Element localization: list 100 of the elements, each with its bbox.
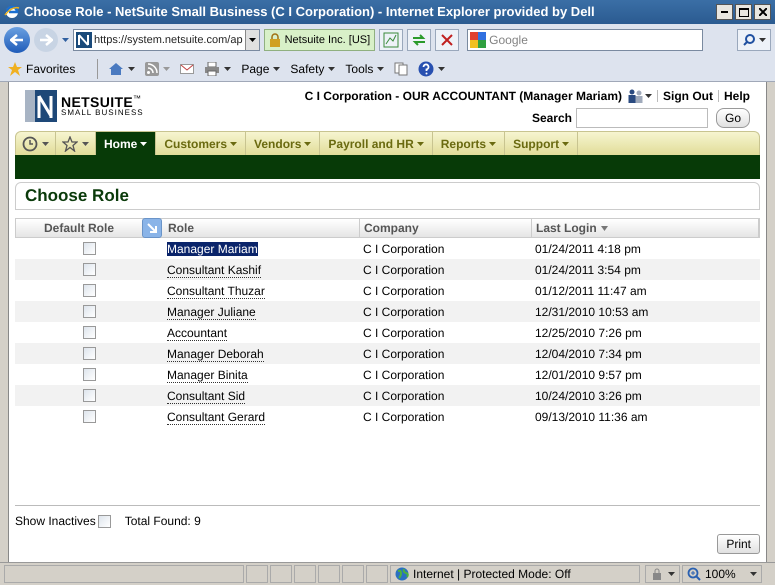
home-icon <box>108 62 124 76</box>
logo-mark-icon <box>25 90 57 122</box>
print-toolbar-button[interactable] <box>204 62 232 76</box>
default-role-checkbox[interactable] <box>82 263 96 276</box>
caret-icon <box>758 38 766 42</box>
default-role-checkbox[interactable] <box>82 368 96 381</box>
total-found-text: Total Found: 9 <box>124 513 201 530</box>
default-role-checkbox[interactable] <box>82 347 96 360</box>
address-dropdown[interactable] <box>244 30 259 50</box>
caret-icon <box>82 142 89 146</box>
table-cell: 12/31/2010 10:53 am <box>535 304 648 318</box>
security-zone-text: Internet | Protected Mode: Off <box>413 566 571 583</box>
default-role-checkbox[interactable] <box>82 242 96 255</box>
caret-icon <box>304 142 312 146</box>
stop-icon <box>439 32 456 48</box>
minimize-icon <box>721 11 728 13</box>
default-role-checkbox[interactable] <box>82 326 96 339</box>
caret-icon <box>224 66 232 70</box>
global-search-field[interactable] <box>576 108 708 128</box>
caret-icon <box>62 38 69 42</box>
site-identity-text: Netsuite Inc. [US] <box>284 32 370 48</box>
role-link[interactable]: Consultant Sid <box>167 388 246 404</box>
header-link[interactable]: Sign Out <box>662 87 713 105</box>
favorites-label: Favorites <box>26 60 76 78</box>
role-switcher-button[interactable] <box>626 89 652 103</box>
search-field[interactable]: Google <box>467 29 704 51</box>
caret-icon <box>562 142 570 146</box>
window-title: Choose Role - NetSuite Small Business (C I Corporation) - Internet Explorer provided by Dell <box>24 3 595 22</box>
role-link[interactable]: Manager Deborah <box>167 346 264 362</box>
close-button[interactable] <box>754 4 771 20</box>
favorites-button[interactable]: Favorites <box>8 60 76 78</box>
default-role-checkbox[interactable] <box>82 389 96 402</box>
table-cell: 01/24/2011 3:54 pm <box>535 262 641 276</box>
caret-icon <box>328 66 336 70</box>
go-button[interactable]: Go <box>716 108 750 128</box>
table-cell: C I Corporation <box>363 262 444 276</box>
show-inactives-checkbox[interactable] <box>98 514 111 528</box>
back-button[interactable] <box>4 27 30 53</box>
diagonal-arrow-icon <box>146 222 158 234</box>
role-link[interactable]: Consultant Kashif <box>167 262 262 278</box>
stop-button[interactable] <box>435 29 460 51</box>
refresh-button[interactable] <box>407 29 432 51</box>
back-arrow-icon <box>10 34 24 46</box>
zoom-button[interactable]: 100% <box>682 565 762 583</box>
chart-icon <box>383 32 400 48</box>
help-button[interactable] <box>418 60 446 76</box>
home-button[interactable] <box>108 62 136 76</box>
nav-tab[interactable]: Home <box>96 132 156 155</box>
minimize-button[interactable] <box>716 4 733 20</box>
default-role-checkbox[interactable] <box>82 305 96 318</box>
sort-descending-icon <box>600 226 608 230</box>
zoom-icon <box>687 567 701 581</box>
search-provider-icon <box>470 32 486 48</box>
role-link[interactable]: Accountant <box>167 326 228 340</box>
close-icon <box>758 8 766 16</box>
show-inactives-label: Show Inactives <box>15 513 96 530</box>
role-link[interactable]: Consultant Thuzar <box>167 284 265 298</box>
caret-icon <box>273 66 280 70</box>
people-icon <box>626 89 643 103</box>
header-link[interactable]: Help <box>724 87 750 105</box>
site-identity-badge[interactable]: Netsuite Inc. [US] <box>264 29 376 51</box>
account-name: C I Corporation - OUR ACCOUNTANT (Manager Mariam) <box>304 88 622 105</box>
table-cell: 12/04/2010 7:34 pm <box>535 346 642 360</box>
table-cell: C I Corporation <box>363 284 444 298</box>
caret-icon <box>248 38 256 42</box>
column-header[interactable]: Last Login <box>532 219 759 237</box>
column-header[interactable]: Default Role <box>16 219 142 237</box>
status-panel <box>270 565 292 583</box>
table-cell: C I Corporation <box>363 410 444 424</box>
table-cell: C I Corporation <box>363 242 444 256</box>
command-menu[interactable]: Safety <box>290 60 336 78</box>
column-header[interactable]: Role <box>164 219 360 237</box>
role-link[interactable]: Manager Binita <box>167 368 248 382</box>
star-outline-icon <box>62 136 78 152</box>
site-logo-icon <box>76 32 92 48</box>
role-link[interactable]: Consultant Gerard <box>167 410 266 424</box>
maximize-button[interactable] <box>735 4 752 20</box>
trademark-mark: ™ <box>133 95 142 105</box>
protection-button[interactable] <box>645 565 680 583</box>
default-role-checkbox[interactable] <box>82 284 96 297</box>
feeds-button[interactable] <box>145 62 170 76</box>
search-button[interactable] <box>737 29 771 51</box>
table-cell: 12/25/2010 7:26 pm <box>535 326 642 340</box>
table-cell: C I Corporation <box>363 304 444 318</box>
command-menu[interactable]: Tools <box>345 60 384 78</box>
print-button[interactable]: Print <box>717 534 760 554</box>
column-header[interactable]: Company <box>360 219 532 237</box>
table-cell: 12/01/2010 9:57 pm <box>535 368 642 382</box>
caret-icon <box>377 66 384 70</box>
page-title: Choose Role <box>25 185 129 208</box>
popout-button[interactable] <box>142 218 162 238</box>
status-panel <box>294 565 316 583</box>
table-cell: C I Corporation <box>363 346 444 360</box>
mail-button[interactable] <box>180 64 194 74</box>
default-role-checkbox[interactable] <box>82 410 96 423</box>
table-cell: 01/12/2011 11:47 am <box>535 284 647 298</box>
maximize-icon <box>738 8 748 16</box>
role-link[interactable]: Manager Mariam <box>167 242 258 256</box>
command-menu[interactable]: Page <box>241 60 280 78</box>
role-link[interactable]: Manager Juliane <box>167 304 256 320</box>
